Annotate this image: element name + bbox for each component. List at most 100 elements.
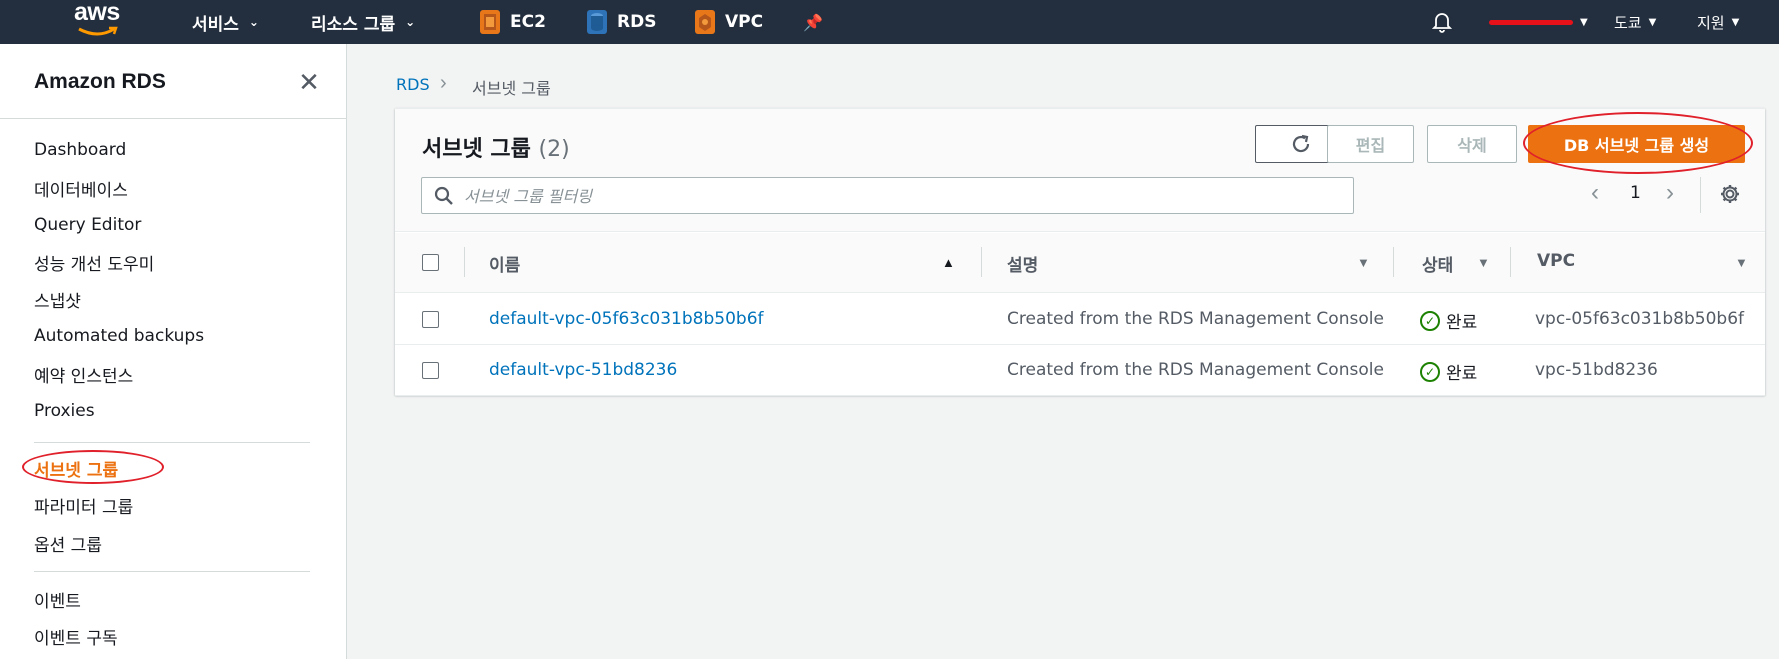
panel-title: 서브넷 그룹 (2) [422,131,570,163]
support-menu[interactable]: 지원 ▼ [1697,0,1739,44]
sidebar-item-snapshots[interactable]: 스냅샷 [34,287,81,312]
chevron-down-icon: ▼ [1731,16,1740,28]
aws-smile-icon [78,26,118,36]
select-all-checkbox[interactable] [422,254,439,271]
pinned-service-ec2[interactable]: EC2 [479,0,546,44]
vpc-label: VPC [725,12,764,32]
sidebar-item-performance-insights[interactable]: 성능 개선 도우미 [34,250,154,275]
panel-title-text: 서브넷 그룹 [422,137,531,162]
column-divider [464,247,465,277]
subnet-group-name-link[interactable]: default-vpc-51bd8236 [489,360,677,380]
status-text: 완료 [1446,364,1478,384]
sidebar-divider [0,118,347,119]
chevron-down-icon: ⌄ [248,15,259,29]
table-header: 이름 ▲ 설명 ▼ 상태 ▼ VPC ▼ [395,233,1765,293]
sidebar-divider [34,442,310,443]
pinned-service-vpc[interactable]: VPC [694,0,763,44]
chevron-right-icon: › [440,72,447,94]
sort-ascending-icon[interactable]: ▲ [942,255,955,270]
panel-title-count: (2) [538,137,570,162]
status-badge: ✓ 완료 [1420,308,1477,333]
column-header-vpc[interactable]: VPC [1537,251,1575,271]
sort-icon[interactable]: ▼ [1477,255,1490,270]
pin-icon[interactable]: 📌 [803,0,823,44]
redacted-account-name [1489,19,1573,25]
sidebar-item-parameter-groups[interactable]: 파라미터 그룹 [34,493,133,518]
column-divider [1393,247,1394,277]
column-divider [1510,247,1511,277]
column-header-name[interactable]: 이름 [489,251,520,276]
resource-groups-label: 리소스 그룹 [311,14,396,35]
edit-button[interactable]: 편집 [1327,125,1414,163]
chevron-down-icon: ▼ [1648,16,1657,28]
table-row: default-vpc-05f63c031b8b50b6f Created fr… [395,294,1765,345]
sidebar-item-automated-backups[interactable]: Automated backups [34,326,204,346]
region-menu[interactable]: 도쿄 ▼ [1614,0,1656,44]
check-circle-icon: ✓ [1420,361,1440,382]
prev-page-button[interactable]: ‹ [1591,179,1599,207]
bell-icon [1432,13,1452,33]
vpc-id: vpc-51bd8236 [1535,360,1658,380]
sidebar-item-option-groups[interactable]: 옵션 그룹 [34,531,102,556]
sidebar-item-subnet-groups[interactable]: 서브넷 그룹 [34,456,118,481]
ec2-icon [480,10,500,34]
sidebar-item-reserved-instances[interactable]: 예약 인스턴스 [34,362,133,387]
aws-logo-text: aws [74,0,120,26]
column-header-status[interactable]: 상태 [1422,251,1453,276]
refresh-icon [1292,134,1309,153]
resource-groups-menu[interactable]: 리소스 그룹 ⌄ [311,0,415,44]
delete-button[interactable]: 삭제 [1427,125,1517,163]
page-number[interactable]: 1 [1630,183,1641,203]
services-menu[interactable]: 서비스 ⌄ [192,0,259,44]
close-icon[interactable]: ✕ [295,68,323,96]
pinned-service-rds[interactable]: RDS [586,0,656,44]
next-page-button[interactable]: › [1666,179,1674,207]
gear-icon[interactable] [1719,183,1741,205]
sort-icon[interactable]: ▼ [1357,255,1370,270]
subnet-groups-panel: 서브넷 그룹 (2) 편집 삭제 DB 서브넷 그룹 생성 ‹ 1 › 이름 ▲… [395,108,1765,396]
column-header-description[interactable]: 설명 [1007,251,1038,276]
sort-icon[interactable]: ▼ [1735,255,1748,270]
status-badge: ✓ 완료 [1420,359,1477,384]
table-row: default-vpc-51bd8236 Created from the RD… [395,345,1765,396]
rds-icon [587,10,607,34]
vpc-icon [695,10,715,34]
chevron-down-icon: ⌄ [405,15,416,29]
subnet-group-name-link[interactable]: default-vpc-05f63c031b8b50b6f [489,309,764,329]
support-label: 지원 [1697,13,1725,32]
sidebar: Amazon RDS ✕ Dashboard 데이터베이스 Query Edit… [0,44,347,659]
row-checkbox[interactable] [422,311,439,328]
services-label: 서비스 [192,14,239,35]
status-text: 완료 [1446,313,1478,333]
breadcrumb-current: 서브넷 그룹 [472,79,551,98]
search-input[interactable] [464,184,1334,208]
search-field[interactable] [421,177,1354,214]
row-checkbox[interactable] [422,362,439,379]
panel-header: 서브넷 그룹 (2) 편집 삭제 DB 서브넷 그룹 생성 ‹ 1 › [395,109,1765,232]
ec2-label: EC2 [510,12,546,32]
sidebar-item-query-editor[interactable]: Query Editor [34,215,141,235]
rds-label: RDS [617,12,657,32]
red-annotation-ellipse [1523,112,1753,174]
sidebar-item-event-subscriptions[interactable]: 이벤트 구독 [34,624,118,649]
subnet-group-description: Created from the RDS Management Console [1007,309,1384,329]
chevron-down-icon: ▼ [1580,16,1588,28]
sidebar-item-databases[interactable]: 데이터베이스 [34,176,128,201]
search-icon [434,186,453,205]
subnet-group-description: Created from the RDS Management Console [1007,360,1384,380]
check-circle-icon: ✓ [1420,310,1440,331]
sidebar-divider [34,571,310,572]
sidebar-item-proxies[interactable]: Proxies [34,401,95,421]
aws-logo[interactable]: aws [72,0,124,40]
sidebar-item-dashboard[interactable]: Dashboard [34,140,126,160]
breadcrumb-rds[interactable]: RDS [396,75,430,94]
region-label: 도쿄 [1614,13,1642,32]
pager-divider [1700,177,1701,213]
vpc-id: vpc-05f63c031b8b50b6f [1535,309,1744,329]
sidebar-item-events[interactable]: 이벤트 [34,587,81,612]
notifications-bell-icon[interactable] [1432,0,1452,44]
top-navigation-bar: aws 서비스 ⌄ 리소스 그룹 ⌄ EC2 RDS VPC 📌 ▼ 도쿄 ▼ … [0,0,1779,44]
account-menu[interactable]: ▼ [1489,0,1588,44]
column-divider [981,247,982,277]
sidebar-title: Amazon RDS [34,70,166,93]
